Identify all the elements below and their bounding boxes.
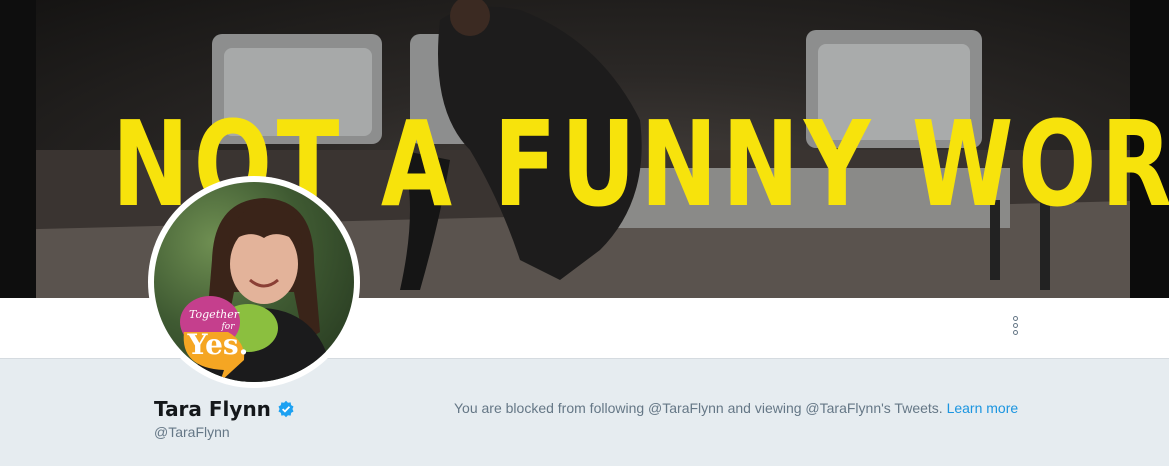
profile-avatar[interactable]: Together for Yes. bbox=[148, 176, 360, 388]
blocked-notice: You are blocked from following @TaraFlyn… bbox=[454, 400, 1018, 416]
profile-handle[interactable]: @TaraFlynn bbox=[154, 424, 230, 440]
verified-badge-icon bbox=[278, 400, 294, 418]
avatar-illustration: Together for Yes. bbox=[180, 198, 334, 382]
dot-icon bbox=[1013, 330, 1018, 335]
badge-together: Together bbox=[189, 308, 240, 321]
avatar-photo: Together for Yes. bbox=[154, 182, 354, 382]
more-options-button[interactable] bbox=[1004, 314, 1026, 338]
profile-name[interactable]: Tara Flynn bbox=[154, 397, 271, 421]
dot-icon bbox=[1013, 323, 1018, 328]
blocked-notice-text: You are blocked from following @TaraFlyn… bbox=[454, 400, 943, 416]
profile-name-row: Tara Flynn bbox=[154, 396, 295, 422]
badge-yes: Yes. bbox=[187, 328, 249, 361]
learn-more-link[interactable]: Learn more bbox=[947, 400, 1019, 416]
dot-icon bbox=[1013, 316, 1018, 321]
